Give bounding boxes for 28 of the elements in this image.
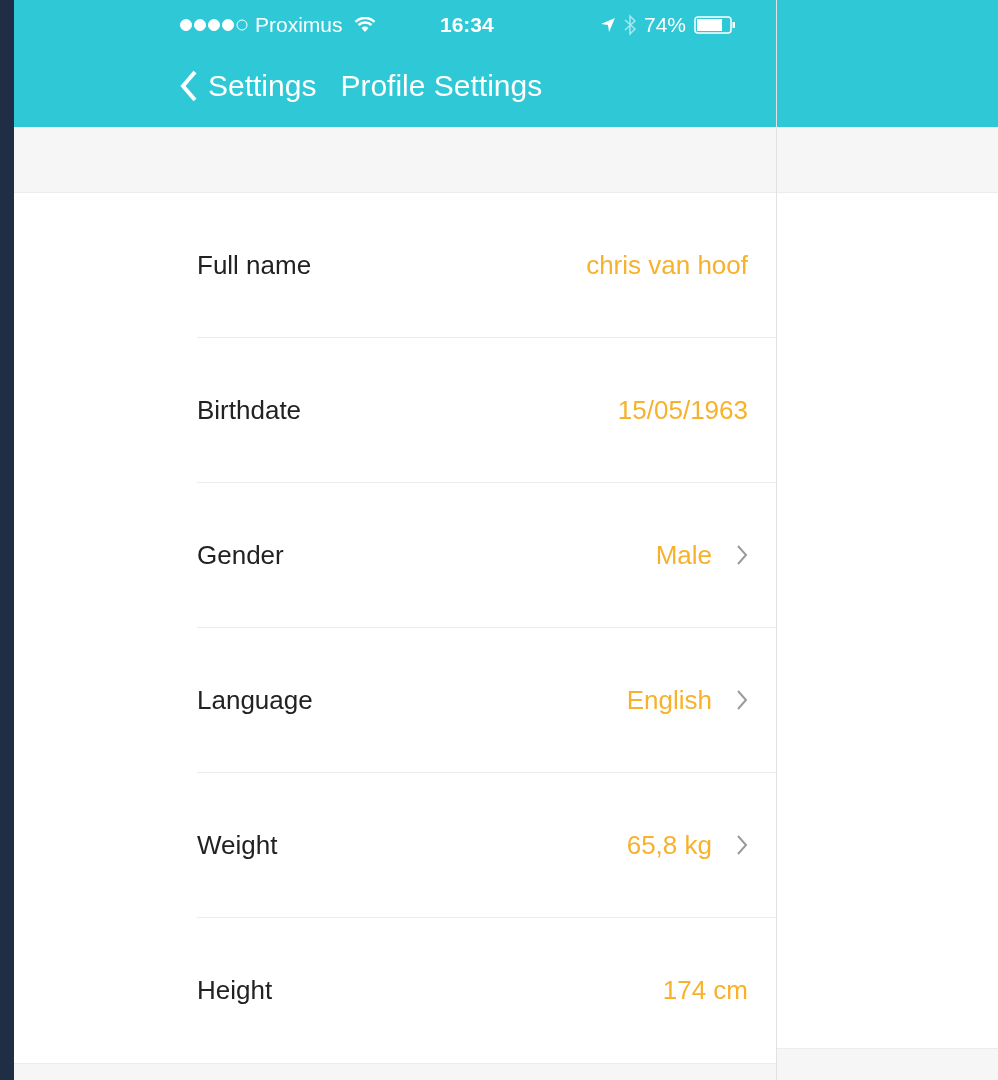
row-label: Birthdate [197, 393, 303, 427]
settings-row[interactable]: Height 174 cm [197, 918, 776, 1063]
row-value: English [626, 683, 712, 717]
row-label: Full name [197, 248, 313, 282]
location-arrow-icon [600, 17, 616, 33]
row-value: 65,8 kg [626, 828, 712, 862]
battery-percent: 74% [644, 12, 687, 39]
settings-row[interactable]: Weight 65,8 kg [197, 773, 776, 918]
clock-time: 16:34 [440, 12, 495, 39]
bluetooth-icon [624, 14, 636, 36]
row-label: Language [197, 683, 314, 717]
battery-icon [694, 16, 737, 34]
settings-row[interactable]: Gender Male [197, 483, 776, 628]
page-title: Profile Settings [340, 68, 543, 104]
row-value: Male [655, 538, 712, 572]
row-label: Gender [197, 538, 285, 572]
settings-row[interactable]: Full name chris van hoof [197, 193, 776, 338]
chevron-left-icon [180, 69, 198, 102]
row-value: 15/05/1963 [617, 393, 748, 427]
settings-row[interactable]: Birthdate 15/05/1963 [197, 338, 776, 483]
row-value: chris van hoof [586, 248, 748, 282]
settings-row[interactable]: Language English [197, 628, 776, 773]
carrier-name: Proximus [255, 12, 343, 39]
row-value: 174 cm [662, 974, 748, 1007]
row-label: Height [197, 974, 274, 1007]
row-label: Weight [197, 828, 279, 862]
wifi-icon [353, 17, 376, 33]
signal-dots-icon [180, 19, 248, 31]
